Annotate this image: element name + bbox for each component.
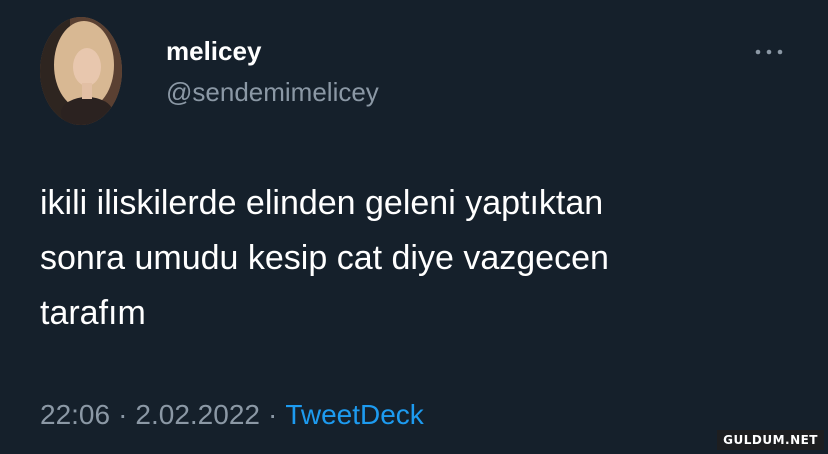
watermark: GULDUM.NET: [717, 430, 824, 450]
tweet-time[interactable]: 22:06: [40, 399, 110, 430]
tweet-date[interactable]: 2.02.2022: [135, 399, 260, 430]
more-horizontal-icon[interactable]: [752, 42, 786, 62]
tweet-text: ikili iliskilerde elinden geleni yaptıkt…: [40, 176, 800, 341]
tweet-text-line: ikili iliskilerde elinden geleni yaptıkt…: [40, 184, 604, 222]
meta-separator: ·: [118, 399, 128, 430]
tweet-source-link[interactable]: TweetDeck: [285, 399, 424, 430]
display-name[interactable]: melicey: [166, 34, 261, 68]
tweet-text-line: tarafım: [40, 294, 146, 332]
avatar[interactable]: [40, 17, 122, 125]
avatar-photo: [40, 17, 122, 125]
meta-separator: ·: [267, 399, 278, 430]
tweet-meta: 22:06 · 2.02.2022 · TweetDeck: [40, 395, 424, 435]
user-handle[interactable]: @sendemimelicey: [166, 75, 379, 109]
tweet-text-line: sonra umudu kesip cat diye vazgecen: [40, 239, 609, 277]
